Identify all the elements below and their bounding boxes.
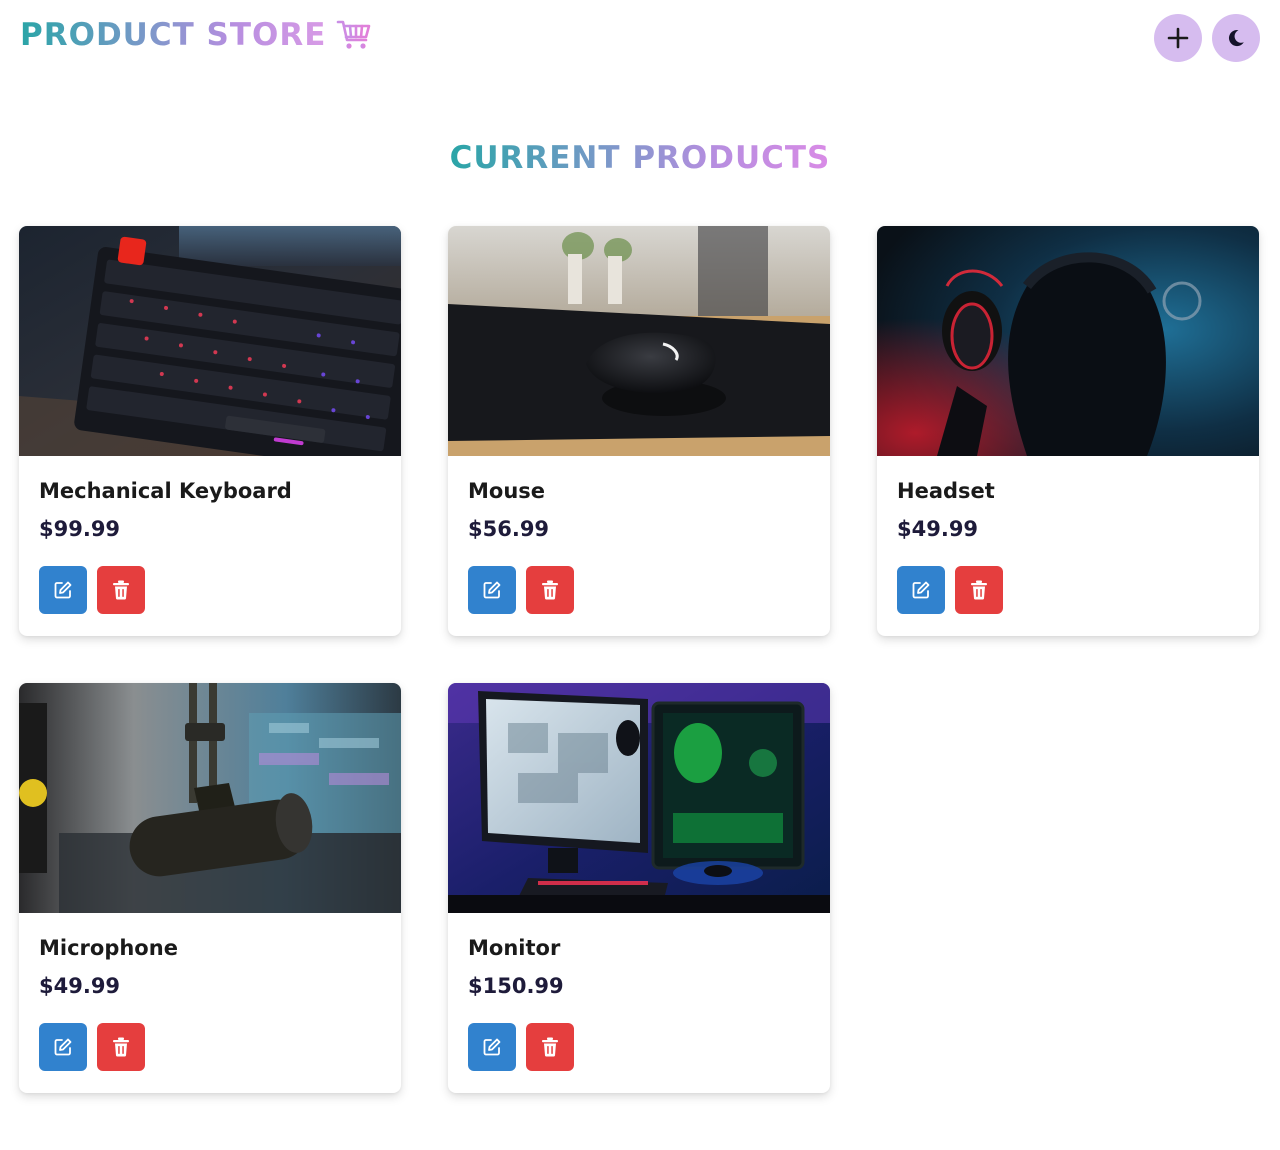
edit-button[interactable] (468, 566, 516, 614)
product-price: $56.99 (468, 517, 550, 541)
product-card: Mouse $56.99 (448, 226, 830, 636)
product-name: Mechanical Keyboard (39, 479, 292, 503)
delete-button[interactable] (97, 566, 145, 614)
edit-icon (54, 581, 72, 599)
edit-icon (54, 1038, 72, 1056)
product-price: $99.99 (39, 517, 121, 541)
product-price: $150.99 (468, 974, 564, 998)
plus-icon (1167, 27, 1189, 49)
product-card: Mechanical Keyboard $99.99 (19, 226, 401, 636)
card-actions (39, 566, 381, 614)
shopping-cart-icon (337, 20, 371, 49)
card-actions (897, 566, 1239, 614)
edit-icon (483, 1038, 501, 1056)
brand-title: PRODUCT STORE (20, 14, 326, 56)
mouse-photo (448, 226, 830, 456)
trash-icon (542, 1037, 558, 1057)
product-price: $49.99 (39, 974, 121, 998)
card-actions (39, 1023, 381, 1071)
monitor-photo (448, 683, 830, 913)
moon-icon (1228, 30, 1244, 47)
product-card: Microphone $49.99 (19, 683, 401, 1093)
card-body: Monitor $150.99 (448, 913, 830, 1071)
color-mode-toggle[interactable] (1212, 14, 1260, 62)
nav-actions (1154, 14, 1260, 62)
card-body: Mouse $56.99 (448, 456, 830, 614)
product-grid: Mechanical Keyboard $99.99 Mouse $56.99 … (19, 226, 1261, 1093)
product-name: Microphone (39, 936, 178, 960)
card-body: Mechanical Keyboard $99.99 (19, 456, 401, 614)
trash-icon (113, 580, 129, 600)
delete-button[interactable] (955, 566, 1003, 614)
create-product-button[interactable] (1154, 14, 1202, 62)
delete-button[interactable] (526, 566, 574, 614)
product-name: Monitor (468, 936, 561, 960)
product-name: Headset (897, 479, 995, 503)
microphone-photo (19, 683, 401, 913)
page-title: CURRENT PRODUCTS (449, 140, 831, 176)
delete-button[interactable] (97, 1023, 145, 1071)
brand-link[interactable]: PRODUCT STORE (20, 14, 372, 56)
headset-photo (877, 226, 1259, 456)
keyboard-photo (19, 226, 401, 456)
navbar: PRODUCT STORE (0, 0, 1280, 76)
edit-icon (483, 581, 501, 599)
trash-icon (971, 580, 987, 600)
card-actions (468, 1023, 810, 1071)
product-card: Headset $49.99 (877, 226, 1259, 636)
page-title-wrapper: CURRENT PRODUCTS (0, 136, 1280, 180)
edit-button[interactable] (39, 566, 87, 614)
trash-icon (542, 580, 558, 600)
delete-button[interactable] (526, 1023, 574, 1071)
edit-button[interactable] (39, 1023, 87, 1071)
product-card: Monitor $150.99 (448, 683, 830, 1093)
card-actions (468, 566, 810, 614)
product-price: $49.99 (897, 517, 979, 541)
product-name: Mouse (468, 479, 546, 503)
edit-button[interactable] (897, 566, 945, 614)
edit-button[interactable] (468, 1023, 516, 1071)
card-body: Headset $49.99 (877, 456, 1259, 614)
card-body: Microphone $49.99 (19, 913, 401, 1071)
edit-icon (912, 581, 930, 599)
trash-icon (113, 1037, 129, 1057)
